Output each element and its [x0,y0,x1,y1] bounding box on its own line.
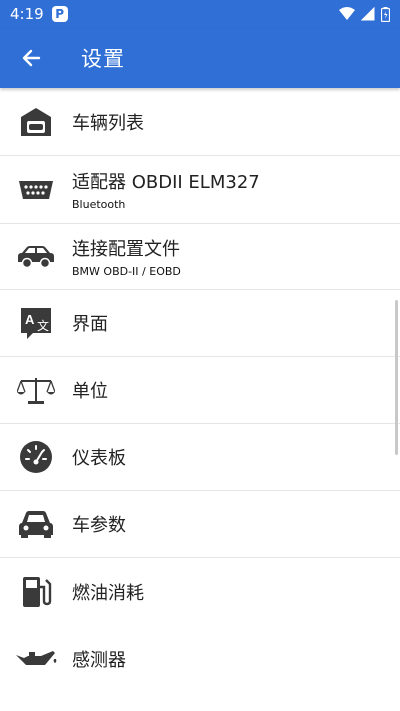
speedometer-icon [0,440,72,474]
translate-icon: A 文 [0,306,72,340]
status-bar: 4:19 P [0,0,400,28]
back-button[interactable] [3,28,59,88]
settings-item-label: 连接配置文件 [72,239,180,260]
arrow-left-icon [22,49,41,67]
settings-item-vehicle-parameters[interactable]: 车参数 [0,491,400,558]
settings-item-interface[interactable]: A 文 界面 [0,290,400,357]
settings-item-label: 界面 [72,314,108,335]
settings-item-label: 燃油消耗 [72,582,144,604]
car-side-icon [0,244,72,270]
signal-icon [361,7,375,21]
garage-icon [0,106,72,138]
svg-text:A: A [25,312,35,327]
settings-item-adapter[interactable]: 适配器 OBDII ELM327 Bluetooth [0,156,400,224]
notification-icon: P [51,6,68,22]
settings-item-label: 适配器 OBDII ELM327 [72,172,260,193]
settings-item-units[interactable]: 单位 [0,357,400,424]
app-bar: 设置 [0,28,400,88]
page-title: 设置 [81,47,125,71]
settings-item-label: 仪表板 [72,448,126,469]
settings-item-label: 车参数 [72,515,126,536]
settings-item-subtitle: Bluetooth [72,198,126,211]
settings-item-connection-profile[interactable]: 连接配置文件 BMW OBD-II / EOBD [0,224,400,290]
svg-text:文: 文 [37,318,49,333]
battery-icon [381,6,390,22]
fuel-pump-icon [0,575,72,609]
settings-item-subtitle: BMW OBD-II / EOBD [72,265,181,278]
wifi-icon [339,7,355,20]
settings-item-label: 单位 [72,381,108,402]
settings-item-vehicle-list[interactable]: 车辆列表 [0,88,400,156]
car-front-icon [0,509,72,539]
settings-item-label: 车辆列表 [72,112,144,134]
oil-can-icon [0,646,72,672]
scale-icon [0,375,72,405]
scrollbar[interactable] [395,300,398,455]
settings-item-label: 感测器 [72,649,126,671]
obd-connector-icon [0,178,72,202]
settings-item-sensors[interactable]: 感测器 [0,625,400,692]
settings-list: 车辆列表 适配器 OBDII ELM327 Bluetooth 连接配置文件 B… [0,88,400,692]
settings-item-dashboard[interactable]: 仪表板 [0,424,400,491]
status-time: 4:19 [10,5,44,23]
settings-item-fuel-consumption[interactable]: 燃油消耗 [0,558,400,625]
